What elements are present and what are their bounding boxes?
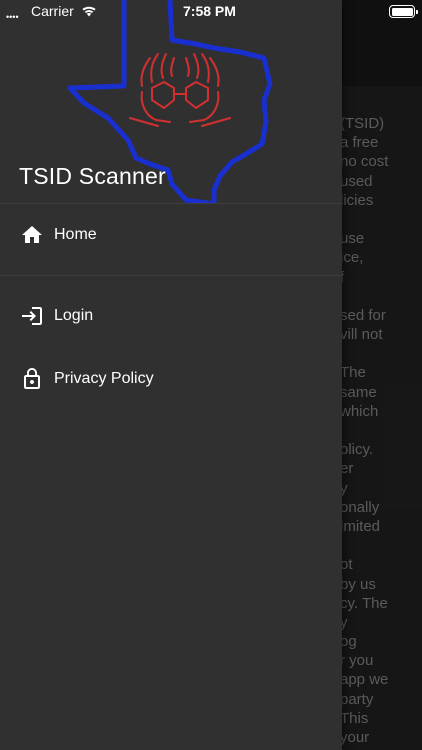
header-divider (0, 203, 342, 204)
drawer-item-home[interactable]: Home (0, 211, 342, 259)
battery-icon (389, 5, 418, 18)
status-bar: •••• Carrier 7:58 PM (0, 0, 422, 22)
drawer-item-label: Home (54, 226, 97, 243)
navigation-drawer: TSID Scanner Home Login Privacy Policy (0, 0, 342, 750)
home-icon (22, 226, 42, 243)
lock-icon (24, 368, 40, 389)
drawer-item-login[interactable]: Login (0, 292, 342, 340)
drawer-item-label: Privacy Policy (54, 370, 154, 387)
menu-divider (0, 275, 342, 276)
carrier-label: Carrier (31, 3, 74, 19)
drawer-item-label: Login (54, 307, 94, 324)
login-icon (22, 307, 42, 325)
signal-strength-indicator: •••• (6, 12, 19, 22)
drawer-item-privacy-policy[interactable]: Privacy Policy (0, 355, 342, 403)
clock: 7:58 PM (183, 3, 236, 19)
wifi-icon (82, 6, 96, 17)
drawer-header: TSID Scanner (0, 0, 342, 204)
drawer-title: TSID Scanner (19, 163, 166, 189)
